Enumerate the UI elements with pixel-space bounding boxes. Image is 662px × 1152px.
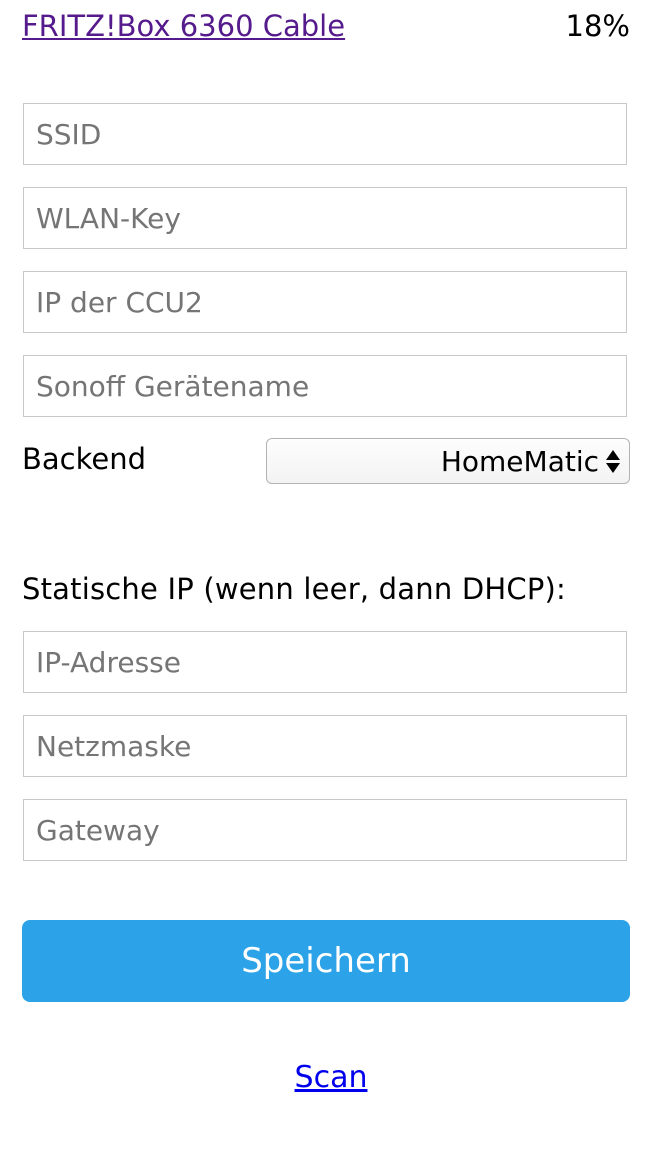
gateway-input[interactable]	[23, 799, 627, 861]
device-name-input[interactable]	[23, 355, 627, 417]
ssid-input[interactable]	[23, 103, 627, 165]
scan-link[interactable]: Scan	[295, 1060, 368, 1095]
netmask-input[interactable]	[23, 715, 627, 777]
signal-strength: 18%	[565, 9, 630, 43]
backend-select[interactable]: HomeMatic	[266, 438, 630, 484]
ip-address-input[interactable]	[23, 631, 627, 693]
save-button[interactable]: Speichern	[22, 920, 630, 1002]
network-ssid-link[interactable]: FRITZ!Box 6360 Cable	[22, 9, 345, 43]
network-row: FRITZ!Box 6360 Cable 18%	[22, 6, 630, 46]
backend-label: Backend	[22, 442, 147, 476]
scan-link-row: Scan	[0, 1060, 662, 1095]
wlan-key-input[interactable]	[23, 187, 627, 249]
static-ip-heading: Statische IP (wenn leer, dann DHCP):	[22, 572, 566, 606]
ccu-ip-input[interactable]	[23, 271, 627, 333]
backend-select-value: HomeMatic	[440, 444, 599, 478]
select-arrows-icon	[605, 449, 621, 473]
